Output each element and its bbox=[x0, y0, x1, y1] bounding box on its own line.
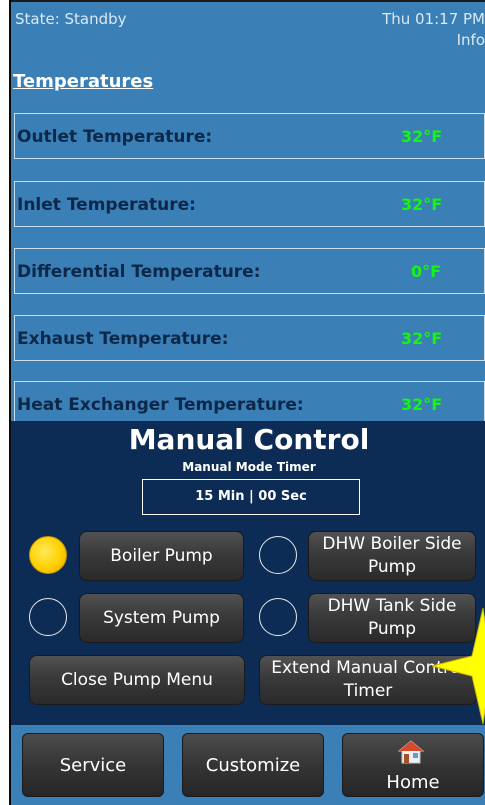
temp-value: 0°F bbox=[411, 262, 442, 281]
footer-nav: Service Customize Home bbox=[11, 725, 485, 805]
system-pump-button[interactable]: System Pump bbox=[79, 593, 244, 643]
screen: State: Standby Thu 01:17 PM Info Tempera… bbox=[9, 0, 485, 805]
temp-label: Exhaust Temperature: bbox=[17, 329, 229, 349]
temp-value: 32°F bbox=[401, 195, 443, 214]
state-text: State: Standby bbox=[15, 10, 127, 28]
home-button[interactable]: Home bbox=[342, 733, 484, 797]
temperatures-heading: Temperatures bbox=[13, 71, 154, 92]
temp-row-outlet: Outlet Temperature: 32°F bbox=[14, 113, 485, 159]
timer-label: Manual Mode Timer bbox=[182, 460, 316, 474]
home-icon bbox=[398, 740, 424, 764]
info-link[interactable]: Info bbox=[457, 31, 485, 49]
temp-value: 32°F bbox=[401, 329, 443, 348]
service-label: Service bbox=[59, 754, 127, 776]
temp-label: Outlet Temperature: bbox=[17, 127, 213, 147]
temp-row-exhaust: Exhaust Temperature: 32°F bbox=[14, 315, 485, 361]
temp-row-differential: Differential Temperature: 0°F bbox=[14, 248, 485, 294]
highlight-star-marker bbox=[431, 607, 485, 725]
home-label: Home bbox=[386, 772, 440, 793]
temp-label: Heat Exchanger Temperature: bbox=[17, 395, 304, 415]
dhw-boiler-side-pump-indicator bbox=[259, 536, 297, 574]
dhw-boiler-side-pump-button[interactable]: DHW Boiler Side Pump bbox=[308, 531, 476, 581]
manual-control-title: Manual Control bbox=[128, 423, 370, 456]
temp-value: 32°F bbox=[401, 395, 443, 414]
manual-control-panel: Manual Control Manual Mode Timer 15 Min … bbox=[11, 421, 485, 725]
status-bar: State: Standby Thu 01:17 PM Info bbox=[11, 0, 485, 54]
close-pump-menu-button[interactable]: Close Pump Menu bbox=[29, 655, 245, 705]
temp-label: Differential Temperature: bbox=[17, 262, 261, 282]
system-pump-indicator bbox=[29, 598, 67, 636]
clock-text: Thu 01:17 PM bbox=[382, 10, 485, 28]
temp-label: Inlet Temperature: bbox=[17, 195, 196, 215]
temp-row-inlet: Inlet Temperature: 32°F bbox=[14, 181, 485, 227]
dhw-tank-side-pump-indicator bbox=[259, 598, 297, 636]
boiler-pump-button[interactable]: Boiler Pump bbox=[79, 531, 244, 581]
customize-button[interactable]: Customize bbox=[182, 733, 324, 797]
temp-value: 32°F bbox=[401, 127, 443, 146]
service-button[interactable]: Service bbox=[22, 733, 164, 797]
boiler-pump-indicator bbox=[29, 536, 67, 574]
customize-label: Customize bbox=[205, 754, 301, 776]
timer-display: 15 Min | 00 Sec bbox=[142, 479, 360, 515]
